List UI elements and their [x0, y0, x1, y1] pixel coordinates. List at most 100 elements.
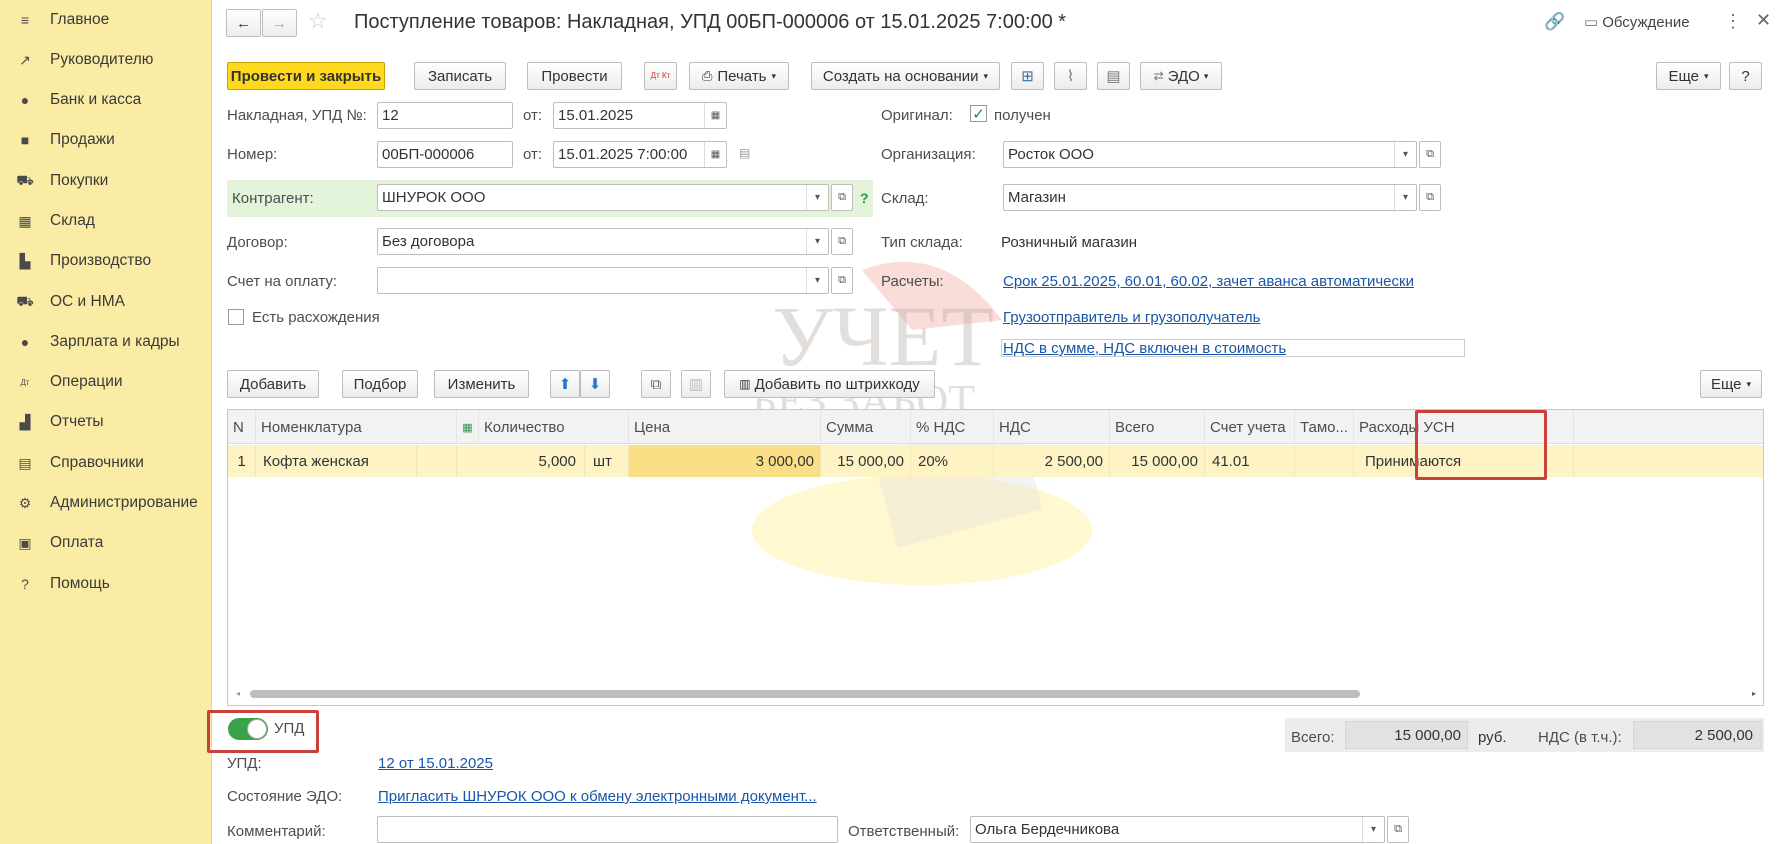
structure-button[interactable]: ⊞ [1011, 62, 1044, 90]
table-more-button[interactable]: Еще ▾ [1700, 370, 1762, 398]
sidebar-item-1[interactable]: ↗ Руководителю [0, 42, 212, 78]
pick-button[interactable]: Подбор [342, 370, 418, 398]
favorite-star-icon[interactable]: ☆ [308, 8, 328, 34]
cell-customs[interactable] [1295, 445, 1354, 477]
copy-row-button[interactable]: ⧉ [641, 370, 671, 398]
sidebar-item-2[interactable]: ● Банк и касса [0, 82, 212, 118]
post-button[interactable]: Провести [527, 62, 622, 90]
chevron-down-icon[interactable]: ▾ [1394, 185, 1416, 210]
cell-unit[interactable]: шт [585, 445, 629, 477]
warehouse-field[interactable]: Магазин ▾ [1003, 184, 1417, 211]
open-warehouse-button[interactable]: ⧉ [1419, 184, 1441, 211]
open-contract-button[interactable]: ⧉ [831, 228, 853, 255]
col-header-sum[interactable]: Сумма [821, 410, 911, 444]
col-header-icon[interactable]: ▦ [457, 410, 479, 444]
open-organization-button[interactable]: ⧉ [1419, 141, 1441, 168]
col-header-vat[interactable]: НДС [994, 410, 1110, 444]
add-by-barcode-button[interactable]: ▥ Добавить по штрихкоду [724, 370, 935, 398]
cell-vat[interactable]: 2 500,00 [994, 445, 1110, 477]
sidebar-item-11[interactable]: ▤ Справочники [0, 445, 212, 481]
chevron-down-icon[interactable]: ▾ [806, 229, 828, 254]
sidebar-item-6[interactable]: ▙ Производство [0, 243, 212, 279]
vat-mode-link[interactable]: НДС в сумме, НДС включен в стоимость [1003, 340, 1286, 357]
original-checkbox[interactable]: ✓ [970, 105, 987, 123]
sidebar-item-9[interactable]: Дт Операции [0, 364, 212, 400]
cell-sum[interactable]: 15 000,00 [821, 445, 911, 477]
col-header-n[interactable]: N [228, 410, 256, 444]
sidebar-item-10[interactable]: ▟ Отчеты [0, 404, 212, 440]
edo-button[interactable]: ⇄ ЭДО ▾ [1140, 62, 1222, 90]
help-button[interactable]: ? [1729, 62, 1762, 90]
dt-kt-button[interactable]: Дт Кт [644, 62, 677, 90]
open-payment-invoice-button[interactable]: ⧉ [831, 267, 853, 294]
sidebar-item-3[interactable]: ■ Продажи [0, 122, 212, 158]
consignor-link[interactable]: Грузоотправитель и грузополучатель [1003, 309, 1260, 326]
close-icon[interactable]: ✕ [1756, 10, 1771, 31]
print-button[interactable]: ⎙ Печать ▾ [689, 62, 789, 90]
sidebar-item-13[interactable]: ▣ Оплата [0, 525, 212, 561]
save-button[interactable]: Записать [414, 62, 506, 90]
col-header-price[interactable]: Цена [629, 410, 821, 444]
scroll-right-icon[interactable]: ▸ [1752, 689, 1756, 698]
chevron-down-icon[interactable]: ▾ [806, 185, 828, 210]
attach-button[interactable]: ⌇ [1054, 62, 1087, 90]
calendar-icon[interactable]: ▦ [704, 103, 726, 128]
report-button[interactable]: ▤ [1097, 62, 1130, 90]
edo-state-link[interactable]: Пригласить ШНУРОК ООО к обмену электронн… [378, 788, 817, 805]
settlements-link[interactable]: Срок 25.01.2025, 60.01, 60.02, зачет ава… [1003, 273, 1414, 290]
calendar-icon[interactable]: ▦ [704, 142, 726, 167]
add-row-button[interactable]: Добавить [227, 370, 319, 398]
contractor-field[interactable]: ШНУРОК ООО ▾ [377, 184, 829, 211]
more-button[interactable]: Еще ▾ [1656, 62, 1721, 90]
open-responsible-button[interactable]: ⧉ [1387, 816, 1409, 843]
open-contractor-button[interactable]: ⧉ [831, 184, 853, 211]
number-field[interactable]: 00БП-000006 [377, 141, 513, 168]
number-date-field[interactable]: 15.01.2025 7:00:00 ▦ [553, 141, 727, 168]
move-down-button[interactable]: ⬇ [580, 370, 610, 398]
back-button[interactable]: ← [226, 9, 261, 37]
col-header-total[interactable]: Всего [1110, 410, 1205, 444]
sidebar-item-14[interactable]: ? Помощь [0, 566, 212, 602]
payment-invoice-field[interactable]: ▾ [377, 267, 829, 294]
scroll-left-icon[interactable]: ◂ [236, 689, 240, 698]
table-row[interactable]: 1 Кофта женская 5,000 шт 3 000,00 15 000… [228, 445, 1763, 477]
sidebar-item-5[interactable]: ▦ Склад [0, 203, 212, 239]
chevron-down-icon[interactable]: ▾ [806, 268, 828, 293]
change-button[interactable]: Изменить [434, 370, 529, 398]
cell-usn[interactable]: Принимаются [1354, 445, 1574, 477]
responsible-field[interactable]: Ольга Бердечникова ▾ [970, 816, 1385, 843]
paste-row-button[interactable]: ▥ [681, 370, 711, 398]
sidebar-item-12[interactable]: ⚙ Администрирование [0, 485, 212, 521]
horizontal-scrollbar[interactable] [250, 690, 1360, 698]
col-header-vat-rate[interactable]: % НДС [911, 410, 994, 444]
comment-icon[interactable]: ▤ [739, 146, 750, 160]
col-header-customs[interactable]: Тамо... [1295, 410, 1354, 444]
discrepancy-checkbox[interactable] [228, 309, 244, 325]
post-and-close-button[interactable]: Провести и закрыть [227, 62, 385, 90]
cell-account[interactable]: 41.01 [1205, 445, 1295, 477]
comment-field[interactable] [377, 816, 838, 843]
discussion-button[interactable]: ▭ Обсуждение [1584, 13, 1690, 32]
move-up-button[interactable]: ⬆ [550, 370, 580, 398]
link-icon[interactable]: 🔗 [1544, 12, 1565, 32]
cell-item[interactable]: Кофта женская [256, 445, 417, 477]
cell-qty[interactable]: 5,000 [479, 445, 585, 477]
sidebar-item-7[interactable]: ⛟ ОС и НМА [0, 284, 212, 320]
chevron-down-icon[interactable]: ▾ [1362, 817, 1384, 842]
sidebar-item-8[interactable]: ● Зарплата и кадры [0, 324, 212, 360]
sidebar-item-0[interactable]: ≡ Главное [0, 2, 212, 38]
sidebar-item-4[interactable]: ⛟ Покупки [0, 163, 212, 199]
invoice-number-field[interactable]: 12 [377, 102, 513, 129]
upd-toggle[interactable] [228, 718, 268, 740]
cell-vat-rate[interactable]: 20% [911, 445, 994, 477]
col-header-account[interactable]: Счет учета [1205, 410, 1295, 444]
cell-price[interactable]: 3 000,00 [629, 445, 821, 477]
help-question-icon[interactable]: ? [860, 190, 869, 206]
chevron-down-icon[interactable]: ▾ [1394, 142, 1416, 167]
upd-link[interactable]: 12 от 15.01.2025 [378, 755, 493, 772]
col-header-usn[interactable]: Расходы УСН [1354, 410, 1574, 444]
cell-total[interactable]: 15 000,00 [1110, 445, 1205, 477]
cell-item-extra[interactable] [417, 445, 457, 477]
invoice-date-field[interactable]: 15.01.2025 ▦ [553, 102, 727, 129]
contract-field[interactable]: Без договора ▾ [377, 228, 829, 255]
